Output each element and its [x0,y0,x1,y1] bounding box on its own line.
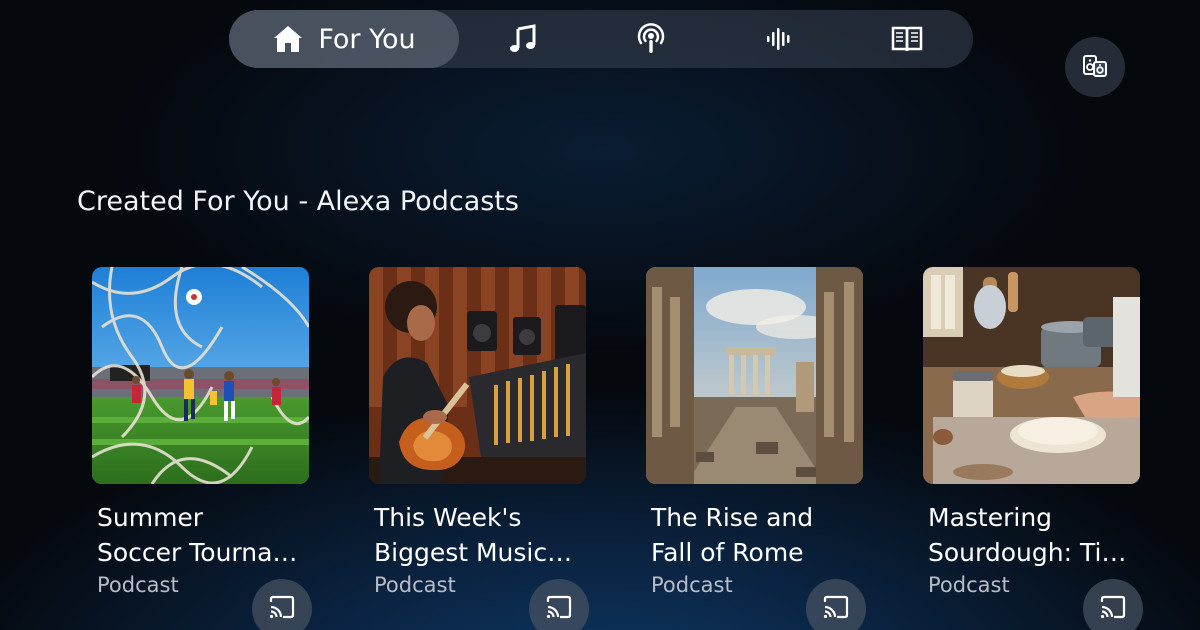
music-note-icon [507,23,539,55]
nav-tab-audio[interactable] [715,10,843,68]
cast-button[interactable] [252,579,312,630]
book-icon [890,23,924,55]
nav-tab-music[interactable] [459,10,587,68]
cast-icon [1099,595,1127,623]
audio-waveform-icon [765,25,793,53]
cast-icon [822,595,850,623]
soccer-goal-image[interactable] [92,267,309,484]
cast-icon [268,595,296,623]
podcast-icon [635,23,667,55]
roman-ruins-image[interactable] [646,267,863,484]
card-title: The Rise and Fall of Rome [651,503,814,567]
nav-tab-label: For You [318,23,416,55]
card-title: Summer Soccer Tourna… [97,503,298,567]
section-title: Created For You - Alexa Podcasts [77,186,519,217]
card-title: Mastering Sourdough: Ti… [928,503,1127,567]
cast-icon [545,595,573,623]
nav-tab-podcasts[interactable] [587,10,715,68]
nav-tab-for-you[interactable]: For You [229,10,459,68]
card-subtitle: Podcast [97,573,179,597]
podcast-card[interactable]: This Week's Biggest Music… Podcast [369,267,589,630]
card-title: This Week's Biggest Music… [374,503,573,567]
podcast-card[interactable]: Mastering Sourdough: Ti… Podcast [923,267,1143,630]
podcast-card[interactable]: Summer Soccer Tourna… Podcast [92,267,312,630]
bread-baking-image[interactable] [923,267,1140,484]
podcast-card[interactable]: The Rise and Fall of Rome Podcast [646,267,866,630]
cast-button[interactable] [806,579,866,630]
card-subtitle: Podcast [374,573,456,597]
cast-button[interactable] [529,579,589,630]
music-studio-image[interactable] [369,267,586,484]
screen: For You Created For You - Alexa Podcasts… [0,0,1200,630]
nav-tab-books[interactable] [843,10,971,68]
top-nav: For You [229,10,973,68]
home-icon [272,23,304,55]
card-subtitle: Podcast [928,573,1010,597]
cast-button[interactable] [1083,579,1143,630]
speaker-group-icon [1082,52,1108,82]
card-subtitle: Podcast [651,573,733,597]
profile-button[interactable] [1065,37,1125,97]
